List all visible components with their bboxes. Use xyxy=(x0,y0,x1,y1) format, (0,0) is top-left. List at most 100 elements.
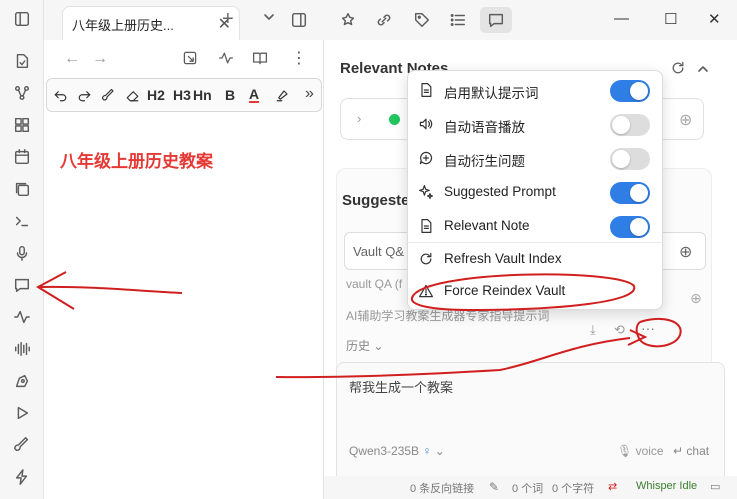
tags-icon[interactable] xyxy=(410,8,434,32)
chat-label: chat xyxy=(686,444,710,458)
more-tools-icon[interactable]: » xyxy=(305,85,314,103)
add-circle-icon[interactable]: ⊕ xyxy=(679,110,692,130)
char-count: 0 个字符 xyxy=(552,483,595,495)
lightning-icon[interactable] xyxy=(11,466,33,488)
toggle-relevant-note[interactable] xyxy=(610,216,650,238)
chevron-down-icon[interactable] xyxy=(262,10,276,29)
tab-title: 八年级上册历史... xyxy=(72,18,174,33)
chevron-up-icon[interactable] xyxy=(696,62,710,81)
sync-error-icon[interactable]: ⇄ xyxy=(608,480,617,493)
right-sidebar-toggle-icon[interactable] xyxy=(290,11,308,34)
download-icon[interactable]: ⤓ xyxy=(590,322,596,338)
toggle-auto-followup[interactable] xyxy=(610,148,650,170)
plus-chat-icon xyxy=(418,150,434,166)
new-chat-icon[interactable] xyxy=(336,8,360,32)
chat-icon[interactable] xyxy=(11,274,33,296)
vault-input-placeholder: Vault Q& xyxy=(353,244,405,259)
history-text: 历史 xyxy=(346,339,371,353)
menu-item-default-prompt[interactable]: 启用默认提示词 xyxy=(408,74,664,106)
status-dot xyxy=(389,114,400,125)
list-icon[interactable] xyxy=(446,8,470,32)
toggle-knob xyxy=(630,218,648,236)
add-circle-icon[interactable]: ⊕ xyxy=(679,242,692,262)
chat-bubble-icon[interactable]: ▭ xyxy=(710,480,720,493)
sidebar-toggle-icon[interactable] xyxy=(11,8,33,30)
audio-wave-icon[interactable] xyxy=(11,338,33,360)
back-arrow-icon[interactable]: ← xyxy=(64,50,80,68)
toggle-default-prompt[interactable] xyxy=(610,80,650,102)
external-link-icon[interactable] xyxy=(182,50,198,71)
menu-item-suggested-prompt[interactable]: Suggested Prompt xyxy=(408,176,664,208)
menu-item-label: Suggested Prompt xyxy=(444,184,556,199)
model-selector[interactable]: Qwen3-235B ♀ ⌄ xyxy=(349,444,445,458)
left-ribbon xyxy=(0,0,44,499)
canvas-icon[interactable] xyxy=(11,114,33,136)
word-count: 0 个词 xyxy=(512,483,544,495)
pencil-icon[interactable]: ✎ xyxy=(489,480,499,494)
graph-icon[interactable] xyxy=(11,82,33,104)
more-options-icon[interactable]: ⋮ xyxy=(291,48,307,68)
terminal-icon[interactable] xyxy=(11,210,33,232)
menu-item-label: Refresh Vault Index xyxy=(444,251,562,266)
heading-n-button[interactable]: Hn xyxy=(193,87,212,103)
chevron-right-icon[interactable]: › xyxy=(357,111,361,126)
tab-active-note[interactable]: 八年级上册历史... ✕ xyxy=(62,6,240,40)
more-horizontal-icon[interactable]: ··· xyxy=(641,320,655,336)
menu-item-relevant-note[interactable]: Relevant Note xyxy=(408,210,664,242)
chat-input-text: 帮我生成一个教案 xyxy=(349,380,454,395)
highlighter-icon[interactable] xyxy=(275,88,290,108)
eraser-icon[interactable] xyxy=(125,88,140,108)
menu-item-label: Relevant Note xyxy=(444,218,530,233)
microphone-icon[interactable] xyxy=(11,242,33,264)
history-icon[interactable]: ⟲ xyxy=(614,322,625,338)
forward-arrow-icon[interactable]: → xyxy=(92,50,108,68)
redo-icon[interactable] xyxy=(77,88,92,108)
new-tab-icon[interactable]: + xyxy=(222,8,234,31)
toggle-auto-speech[interactable] xyxy=(610,114,650,136)
menu-item-force-reindex[interactable]: Force Reindex Vault xyxy=(408,275,664,307)
bold-button[interactable]: B xyxy=(225,87,235,103)
send-chat-button[interactable]: ↵ chat xyxy=(673,444,709,458)
pen-nib-icon[interactable] xyxy=(11,370,33,392)
format-painter-icon[interactable] xyxy=(101,88,116,108)
maximize-icon[interactable]: ☐ xyxy=(664,10,677,28)
warning-icon xyxy=(418,283,434,299)
menu-item-auto-followup[interactable]: 自动衍生问题 xyxy=(408,142,664,174)
calendar-icon[interactable] xyxy=(11,146,33,168)
voice-label: voice xyxy=(635,444,664,458)
model-name: Qwen3-235B xyxy=(349,444,420,458)
play-icon[interactable] xyxy=(11,402,33,424)
copy-icon[interactable] xyxy=(11,178,33,200)
open-file-icon[interactable] xyxy=(11,50,33,72)
bulb-icon: ♀ xyxy=(422,444,432,458)
window-close-icon[interactable]: ✕ xyxy=(708,10,721,28)
activity-icon[interactable] xyxy=(11,306,33,328)
sparkle-icon xyxy=(418,184,434,200)
heading-2-button[interactable]: H2 xyxy=(147,87,165,103)
heading-3-button[interactable]: H3 xyxy=(173,87,191,103)
chat-panel-icon[interactable] xyxy=(480,7,512,33)
speaker-icon xyxy=(418,116,434,132)
vault-qa-label: vault QA (f xyxy=(346,277,403,291)
minimize-icon[interactable]: — xyxy=(614,10,629,27)
whisper-status: Whisper Idle xyxy=(636,480,698,492)
backlinks-count: 0 条反向链接 xyxy=(410,483,475,495)
menu-item-refresh-vault[interactable]: Refresh Vault Index xyxy=(408,243,664,275)
book-open-icon[interactable] xyxy=(252,50,268,71)
link-plus-icon[interactable] xyxy=(372,8,396,32)
status-bar: 0 条反向链接 ✎ 0 个词 0 个字符 ⇄ Whisper Idle ▭ xyxy=(324,476,737,499)
font-color-button[interactable]: A xyxy=(249,87,260,103)
voice-button[interactable]: 🎙 voice xyxy=(617,444,664,458)
tab-bar: 八年级上册历史... ✕ + xyxy=(44,0,324,40)
history-label[interactable]: 历史 ⌄ xyxy=(346,337,383,354)
refresh-icon[interactable] xyxy=(670,60,686,81)
right-header: — ☐ ✕ xyxy=(324,0,737,40)
suggested-title: Suggeste xyxy=(342,192,410,209)
activity-icon[interactable] xyxy=(218,50,234,71)
undo-icon[interactable] xyxy=(53,88,68,108)
menu-item-label: Force Reindex Vault xyxy=(444,283,566,298)
toggle-suggested-prompt[interactable] xyxy=(610,182,650,204)
add-chat-icon[interactable]: ⊕ xyxy=(690,290,702,307)
menu-item-auto-speech[interactable]: 自动语音播放 xyxy=(408,108,664,140)
brush-icon[interactable] xyxy=(11,434,33,456)
